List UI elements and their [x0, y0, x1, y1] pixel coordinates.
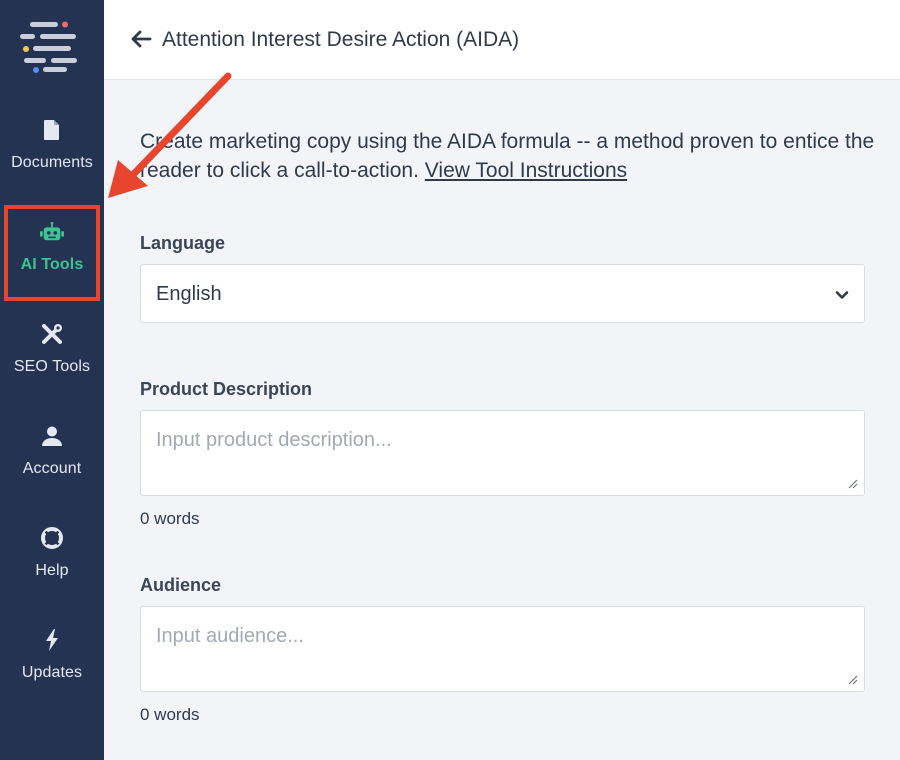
- product-description-label: Product Description: [140, 379, 313, 399]
- sidebar-item-label: SEO Tools: [13, 358, 91, 375]
- language-selected-value: English: [156, 283, 222, 305]
- language-label: Language: [140, 233, 226, 253]
- sidebar-item-help[interactable]: Help: [0, 512, 104, 608]
- page-title: Attention Interest Desire Action (AIDA): [162, 28, 520, 51]
- audience-placeholder: Input audience...: [156, 625, 304, 647]
- sidebar: Documents AI Tools SEO Tools Account Hel…: [0, 0, 104, 760]
- page-header: Attention Interest Desire Action (AIDA): [104, 0, 900, 80]
- chevron-down-icon: [835, 291, 849, 299]
- bolt-icon: [40, 628, 64, 652]
- language-select[interactable]: English: [140, 264, 865, 323]
- sidebar-item-updates[interactable]: Updates: [0, 614, 104, 710]
- app-logo[interactable]: [18, 18, 80, 76]
- user-icon: [40, 424, 64, 448]
- resize-handle-icon[interactable]: [846, 477, 858, 489]
- tools-icon: [40, 322, 64, 346]
- sidebar-item-seo-tools[interactable]: SEO Tools: [0, 308, 104, 404]
- lifebuoy-icon: [40, 526, 64, 550]
- sidebar-item-account[interactable]: Account: [0, 410, 104, 506]
- document-icon: [40, 118, 64, 142]
- audience-input[interactable]: Input audience...: [140, 606, 865, 692]
- tool-description: Create marketing copy using the AIDA for…: [140, 127, 880, 185]
- audience-word-count: 0 words: [140, 705, 200, 724]
- product-description-placeholder: Input product description...: [156, 429, 392, 451]
- sidebar-item-label: Account: [22, 460, 82, 477]
- resize-handle-icon[interactable]: [846, 673, 858, 685]
- back-arrow-icon[interactable]: [128, 26, 154, 52]
- product-description-input[interactable]: Input product description...: [140, 410, 865, 496]
- audience-label: Audience: [140, 575, 222, 595]
- sidebar-item-label: Updates: [21, 664, 83, 681]
- sidebar-item-documents[interactable]: Documents: [0, 104, 104, 200]
- highlight-annotation-box: [4, 205, 100, 301]
- sidebar-item-label: Documents: [11, 154, 93, 171]
- view-tool-instructions-link[interactable]: View Tool Instructions: [425, 159, 627, 182]
- product-description-word-count: 0 words: [140, 509, 200, 528]
- sidebar-item-label: Help: [35, 562, 69, 579]
